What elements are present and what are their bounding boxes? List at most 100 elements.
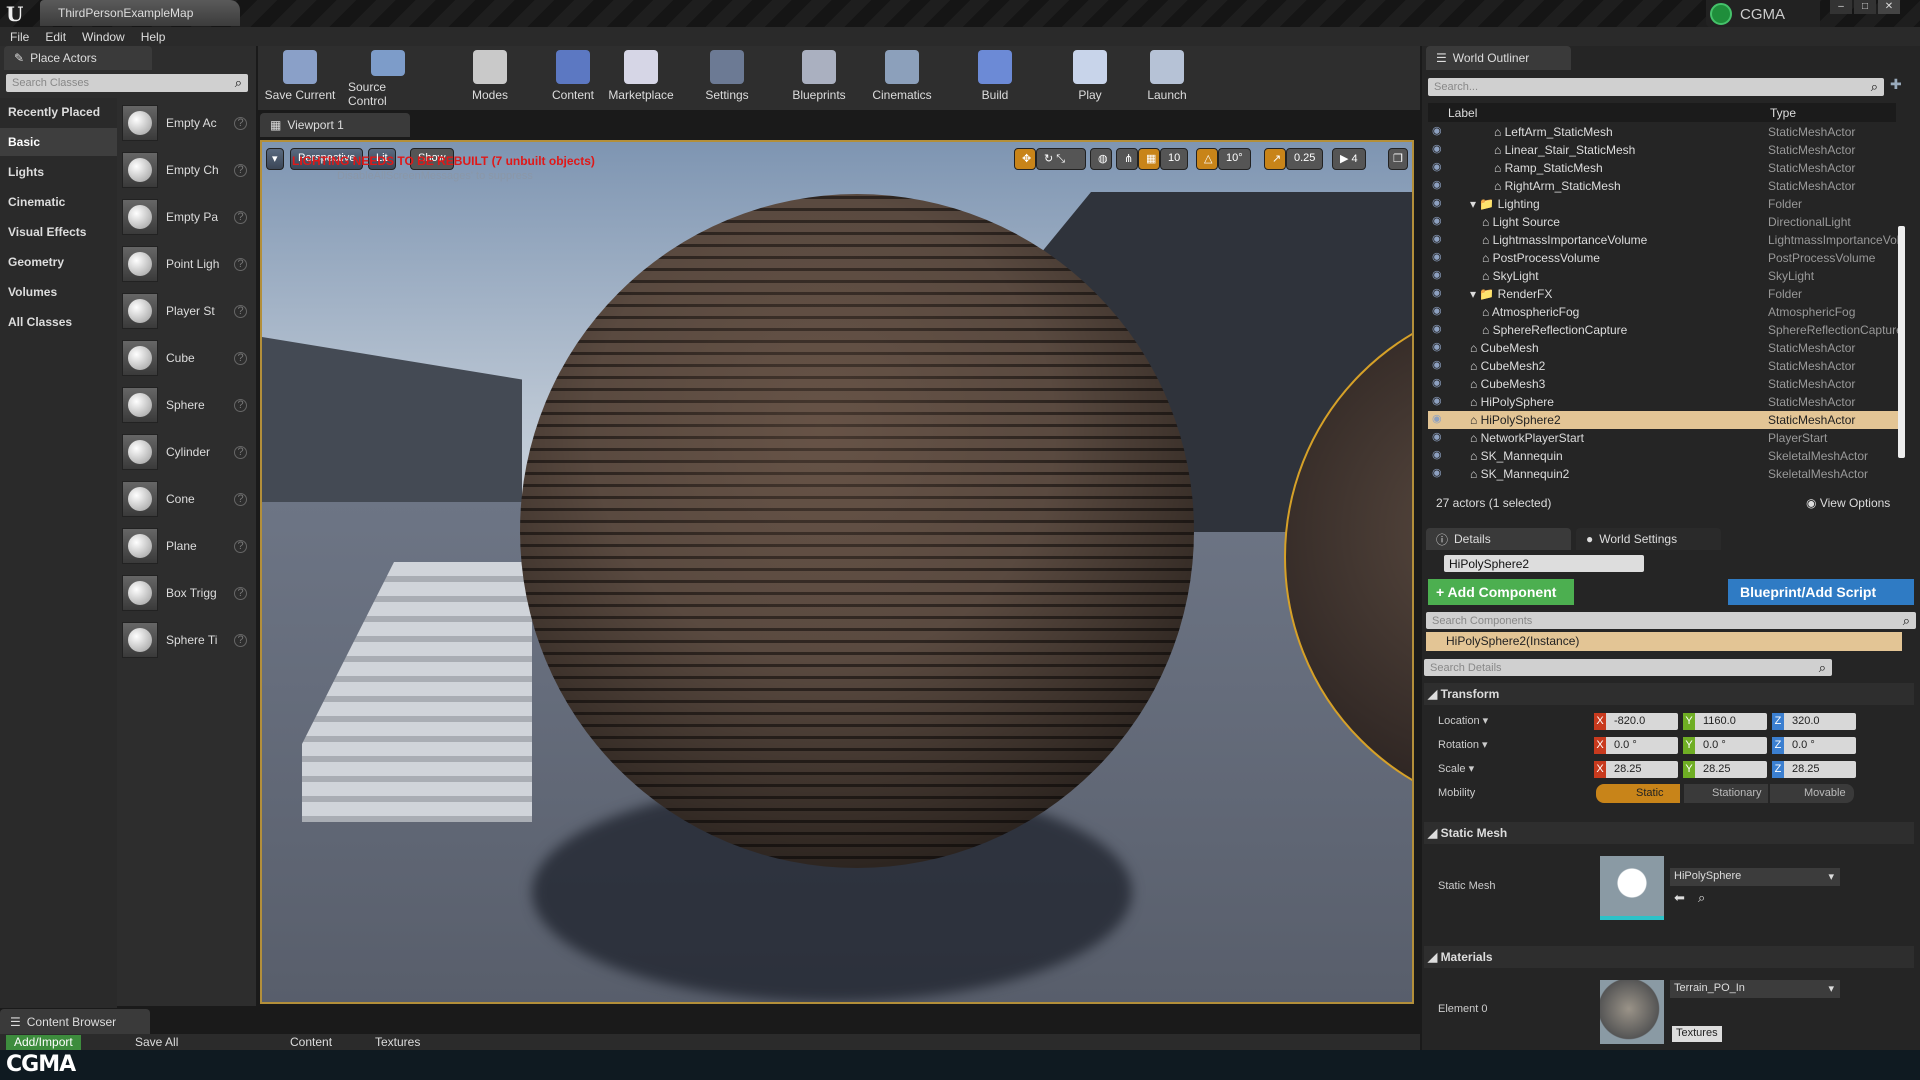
outliner-row[interactable]: ◉ ⌂ SK_Mannequin2 SkeletalMeshActor: [1428, 465, 1898, 483]
menu-edit[interactable]: Edit: [45, 30, 66, 44]
help-icon[interactable]: ?: [234, 445, 247, 459]
help-icon[interactable]: ?: [234, 210, 247, 224]
search-components-input[interactable]: Search Components ⌕: [1426, 612, 1916, 629]
actor-item[interactable]: Cube?: [122, 337, 252, 379]
visibility-eye-icon[interactable]: ◉: [1432, 178, 1442, 191]
scale-snap-icon[interactable]: ↗: [1264, 148, 1286, 170]
category-recently-placed[interactable]: Recently Placed: [0, 98, 117, 126]
static-mesh-thumbnail[interactable]: [1600, 856, 1664, 920]
outliner-row[interactable]: ◉ ▾ 📁 RenderFX Folder: [1428, 285, 1898, 303]
actor-item[interactable]: Point Ligh?: [122, 243, 252, 285]
brick-sphere[interactable]: [520, 194, 1194, 868]
category-all-classes[interactable]: All Classes: [0, 308, 117, 336]
col-label[interactable]: Label: [1448, 106, 1477, 120]
close-button[interactable]: ✕: [1878, 0, 1900, 14]
menu-help[interactable]: Help: [141, 30, 166, 44]
scale-z-field[interactable]: Z 28.25: [1772, 761, 1856, 778]
scale-x-field[interactable]: X 28.25: [1594, 761, 1678, 778]
toolbar-save-current-button[interactable]: Save Current: [260, 50, 340, 108]
grid-snap-icon[interactable]: ▦: [1138, 148, 1160, 170]
rotate-scale-tools-icon[interactable]: ↻ ⤡: [1036, 148, 1086, 170]
outliner-row[interactable]: ◉ ⌂ LeftArm_StaticMesh StaticMeshActor: [1428, 123, 1898, 141]
rotation-label[interactable]: Rotation ▾: [1438, 738, 1488, 751]
material-thumbnail[interactable]: [1600, 980, 1664, 1044]
toolbar-settings-button[interactable]: Settings: [687, 50, 767, 108]
category-visual-effects[interactable]: Visual Effects: [0, 218, 117, 246]
category-geometry[interactable]: Geometry: [0, 248, 117, 276]
outliner-row[interactable]: ◉ ⌂ Linear_Stair_StaticMesh StaticMeshActo…: [1428, 141, 1898, 159]
actor-item[interactable]: Empty Pa?: [122, 196, 252, 238]
maximize-viewport-icon[interactable]: ❐: [1388, 148, 1408, 170]
camera-speed-button[interactable]: ▶ 4: [1332, 148, 1366, 170]
location-label[interactable]: Location ▾: [1438, 714, 1488, 727]
static-mesh-dropdown[interactable]: HiPolySphere ▾: [1670, 868, 1840, 886]
location-y-field[interactable]: Y 1160.0: [1683, 713, 1767, 730]
content-browser-tab[interactable]: ☰ Content Browser: [0, 1009, 150, 1034]
actor-item[interactable]: Empty Ch?: [122, 149, 252, 191]
help-icon[interactable]: ?: [234, 492, 247, 506]
help-icon[interactable]: ?: [234, 163, 247, 177]
minimize-button[interactable]: –: [1830, 0, 1852, 14]
visibility-eye-icon[interactable]: ◉: [1432, 196, 1442, 209]
help-icon[interactable]: ?: [234, 586, 247, 600]
category-lights[interactable]: Lights: [0, 158, 117, 186]
outliner-row[interactable]: ◉ ⌂ Ramp_StaticMesh StaticMeshActor: [1428, 159, 1898, 177]
search-details-input[interactable]: Search Details ⌕: [1424, 659, 1832, 676]
scale-y-field[interactable]: Y 28.25: [1683, 761, 1767, 778]
rotation-y-field[interactable]: Y 0.0 °: [1683, 737, 1767, 754]
actor-item[interactable]: Empty Ac?: [122, 102, 252, 144]
visibility-eye-icon[interactable]: ◉: [1432, 160, 1442, 173]
view-options-button[interactable]: ◉ View Options: [1806, 496, 1890, 510]
outliner-row[interactable]: ◉ ⌂ CubeMesh3 StaticMeshActor: [1428, 375, 1898, 393]
outliner-row[interactable]: ◉ ⌂ HiPolySphere StaticMeshActor: [1428, 393, 1898, 411]
help-icon[interactable]: ?: [234, 539, 247, 553]
rotation-z-field[interactable]: Z 0.0 °: [1772, 737, 1856, 754]
material-dropdown[interactable]: Terrain_PO_In ▾: [1670, 980, 1840, 998]
translate-tool-icon[interactable]: ✥: [1014, 148, 1036, 170]
actor-item[interactable]: Cylinder?: [122, 431, 252, 473]
search-classes-input[interactable]: Search Classes ⌕: [6, 74, 248, 92]
add-component-button[interactable]: + Add Component: [1428, 579, 1574, 605]
location-x-field[interactable]: X -820.0: [1594, 713, 1678, 730]
outliner-row[interactable]: ◉ ⌂ Light Source DirectionalLight: [1428, 213, 1898, 231]
outliner-row[interactable]: ◉ ⌂ SphereReflectionCapture SphereReflecti…: [1428, 321, 1898, 339]
add-folder-icon[interactable]: ✚: [1890, 76, 1902, 93]
col-type[interactable]: Type: [1770, 106, 1796, 120]
scale-label[interactable]: Scale ▾: [1438, 762, 1474, 775]
static-mesh-section[interactable]: ◢ Static Mesh: [1424, 822, 1914, 844]
breadcrumb-textures[interactable]: Textures: [375, 1035, 420, 1049]
visibility-eye-icon[interactable]: ◉: [1432, 286, 1442, 299]
actor-name-input[interactable]: HiPolySphere2: [1444, 555, 1644, 572]
viewport-options-button[interactable]: ▾: [266, 148, 284, 170]
visibility-eye-icon[interactable]: ◉: [1432, 232, 1442, 245]
toolbar-modes-button[interactable]: Modes: [450, 50, 530, 108]
actor-item[interactable]: Sphere?: [122, 384, 252, 426]
toolbar-play-button[interactable]: Play: [1050, 50, 1130, 108]
details-tab[interactable]: ⓘ Details: [1426, 528, 1571, 550]
visibility-eye-icon[interactable]: ◉: [1432, 268, 1442, 281]
outliner-row[interactable]: ◉ ⌂ SK_Mannequin SkeletalMeshActor: [1428, 447, 1898, 465]
grid-snap-value[interactable]: 10: [1160, 148, 1189, 170]
outliner-row[interactable]: ◉ ⌂ AtmosphericFog AtmosphericFog: [1428, 303, 1898, 321]
scale-snap-value[interactable]: 0.25: [1286, 148, 1324, 170]
outliner-scrollbar[interactable]: [1898, 226, 1905, 458]
rotation-snap-icon[interactable]: △: [1196, 148, 1218, 170]
toolbar-launch-button[interactable]: Launch: [1127, 50, 1207, 108]
visibility-eye-icon[interactable]: ◉: [1432, 448, 1442, 461]
visibility-eye-icon[interactable]: ◉: [1432, 322, 1442, 335]
help-icon[interactable]: ?: [234, 351, 247, 365]
actor-item[interactable]: Cone?: [122, 478, 252, 520]
actor-item[interactable]: Plane?: [122, 525, 252, 567]
menu-file[interactable]: File: [10, 30, 29, 44]
help-icon[interactable]: ?: [234, 304, 247, 318]
outliner-row[interactable]: ◉ ⌂ CubeMesh StaticMeshActor: [1428, 339, 1898, 357]
outliner-row[interactable]: ◉ ⌂ CubeMesh2 StaticMeshActor: [1428, 357, 1898, 375]
outliner-row[interactable]: ◉ ⌂ RightArm_StaticMesh StaticMeshActor: [1428, 177, 1898, 195]
category-basic[interactable]: Basic: [0, 128, 117, 156]
browse-search-icon[interactable]: ⌕: [1698, 890, 1705, 906]
menu-window[interactable]: Window: [82, 30, 125, 44]
outliner-search-input[interactable]: Search... ⌕: [1428, 78, 1884, 96]
visibility-eye-icon[interactable]: ◉: [1432, 358, 1442, 371]
blueprint-add-script-button[interactable]: Blueprint/Add Script: [1728, 579, 1914, 605]
world-local-icon[interactable]: ◍: [1090, 148, 1112, 170]
